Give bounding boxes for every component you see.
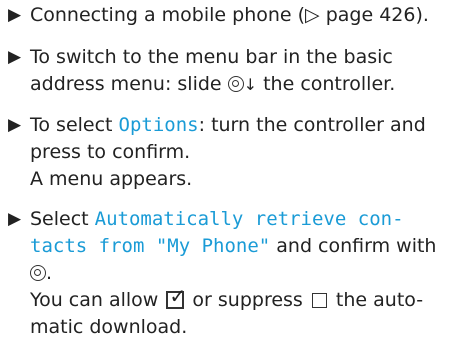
step-text-cont: .	[8, 260, 456, 287]
step-text: To select Options: turn the controller a…	[30, 114, 426, 136]
checkmark-icon: ✓	[169, 284, 187, 308]
step-arrow-icon: ▶	[8, 209, 22, 229]
step-arrow-icon: ▶	[8, 47, 22, 67]
menu-item-auto-retrieve-cont: tacts from "My Phone"	[30, 235, 271, 257]
step-text: Select Automatically retrieve con-	[30, 208, 404, 230]
menu-item-options: Options	[118, 114, 199, 136]
step-connect-phone: ▶ Connecting a mobile phone (▷ page 426)…	[8, 2, 456, 29]
controller-press-icon	[30, 265, 46, 281]
step-text-cont: tacts from "My Phone" and confirm with	[30, 235, 437, 257]
empty-box-icon	[311, 293, 327, 308]
step-text-cont: press to confirm.	[30, 141, 191, 163]
step-note-text-cont: matic download.	[30, 316, 188, 338]
step-auto-retrieve: ▶ Select Automatically retrieve con- tac…	[8, 206, 456, 341]
checked-box-icon: ✓	[166, 286, 186, 309]
step-arrow-icon: ▶	[8, 115, 22, 135]
menu-item-auto-retrieve: Automatically retrieve con-	[94, 208, 404, 230]
step-arrow-icon: ▶	[8, 5, 22, 25]
step-select-options: ▶ To select Options: turn the controller…	[8, 112, 456, 193]
slide-down-arrow-icon: ↓	[243, 75, 258, 94]
manual-page: ▶ Connecting a mobile phone (▷ page 426)…	[0, 0, 462, 347]
step-result-text: A menu appears.	[30, 168, 193, 190]
step-note-text: You can allow ✓ or suppress the auto-	[30, 284, 424, 311]
controller-dial-icon	[227, 76, 244, 92]
step-text-cont: address menu: slide ↓ the controller.	[8, 71, 456, 98]
step-text: Connecting a mobile phone (▷ page 426).	[30, 4, 429, 26]
step-text: To switch to the menu bar in the basic	[30, 46, 393, 68]
step-switch-menu-bar: ▶ To switch to the menu bar in the basic…	[8, 44, 456, 98]
